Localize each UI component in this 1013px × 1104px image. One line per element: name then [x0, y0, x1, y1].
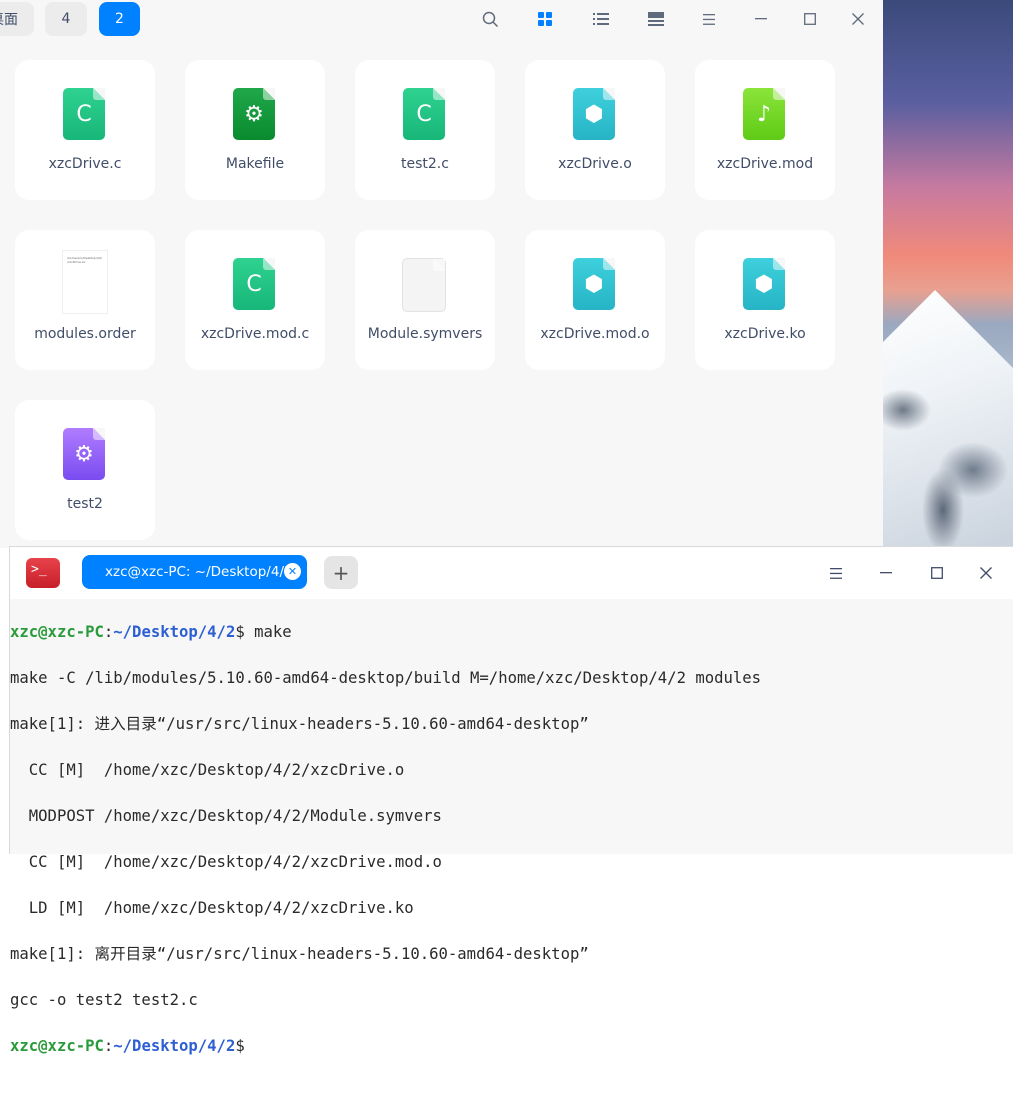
file-name: Module.symvers [367, 326, 483, 342]
terminal-line: LD [M] /home/xzc/Desktop/4/2/xzcDrive.ko [10, 899, 414, 917]
terminal-line-prompt: xzc@xzc-PC:~/Desktop/4/2$ make [10, 621, 1013, 644]
prompt-user: xzc@xzc-PC [10, 623, 104, 641]
executable-icon: ⚙ [63, 428, 105, 480]
prompt-path: ~/Desktop/4/2 [113, 623, 236, 641]
maximize-icon[interactable] [927, 563, 947, 583]
grid-view-icon[interactable] [536, 10, 554, 28]
file-name: xzcDrive.mod.c [200, 326, 310, 342]
list-view-icon[interactable] [592, 10, 610, 28]
file-name: modules.order [34, 326, 136, 342]
terminal-line: make[1]: 进入目录“/usr/src/linux-headers-5.1… [10, 715, 589, 733]
prompt-user: xzc@xzc-PC [10, 1037, 104, 1055]
file-name: test2 [67, 496, 103, 512]
breadcrumb-2[interactable]: 2 [99, 2, 140, 36]
file-name: Makefile [225, 156, 285, 172]
tab-close-icon[interactable]: ✕ [284, 563, 301, 580]
file-item-xzcdrive-o[interactable]: ⬢ xzcDrive.o [525, 60, 665, 200]
prompt-dollar: $ [235, 1037, 245, 1055]
file-name: xzcDrive.mod [716, 156, 814, 172]
prompt-separator: : [103, 623, 114, 641]
terminal-line: CC [M] /home/xzc/Desktop/4/2/xzcDrive.o [10, 761, 405, 779]
prompt-separator: : [103, 1037, 114, 1055]
file-item-xzcdrive-mod-c[interactable]: C xzcDrive.mod.c [185, 230, 325, 370]
file-name: test2.c [401, 156, 449, 172]
file-preview-text: /home/xzc/Desktop/4/2 /xzcDrive.ko [67, 256, 102, 264]
terminal-tab-title: xzc@xzc-PC: ~/Desktop/4/2 [105, 564, 293, 580]
file-item-xzcdrive-c[interactable]: C xzcDrive.c [15, 60, 155, 200]
c-source-icon: C [63, 88, 105, 140]
file-name: xzcDrive.c [48, 156, 122, 172]
terminal-line: MODPOST /home/xzc/Desktop/4/2/Module.sym… [10, 807, 442, 825]
terminal-app-icon: >_ [26, 558, 60, 588]
blank-file-icon [402, 258, 446, 312]
terminal-line: CC [M] /home/xzc/Desktop/4/2/xzcDrive.mo… [10, 853, 442, 871]
makefile-icon: ⚙ [233, 88, 275, 140]
terminal-tab[interactable]: xzc@xzc-PC: ~/Desktop/4/2 ✕ [82, 555, 307, 589]
terminal-line-prompt: xzc@xzc-PC:~/Desktop/4/2$ [10, 1035, 1013, 1058]
detail-view-icon[interactable] [647, 10, 665, 28]
file-item-xzcdrive-mod-o[interactable]: ⬢ xzcDrive.mod.o [525, 230, 665, 370]
file-item-module-symvers[interactable]: Module.symvers [355, 230, 495, 370]
new-tab-button[interactable]: + [324, 556, 358, 589]
close-icon[interactable] [976, 563, 996, 583]
terminal-titlebar: >_ xzc@xzc-PC: ~/Desktop/4/2 ✕ + [10, 547, 1013, 599]
maximize-icon[interactable] [801, 10, 819, 28]
terminal-window: >_ xzc@xzc-PC: ~/Desktop/4/2 ✕ + xzc@xzc… [9, 546, 1013, 1055]
file-name: xzcDrive.o [558, 156, 632, 172]
search-icon[interactable] [481, 10, 499, 28]
breadcrumb-label: 桌面 [0, 12, 18, 28]
menu-icon[interactable] [826, 563, 846, 583]
minimize-icon[interactable] [752, 10, 770, 28]
file-item-test2[interactable]: ⚙ test2 [15, 400, 155, 540]
object-file-icon: ⬢ [573, 258, 615, 310]
audio-file-icon: ♪ [743, 88, 785, 140]
menu-icon[interactable] [700, 10, 718, 28]
text-file-icon: /home/xzc/Desktop/4/2 /xzcDrive.ko [62, 250, 108, 314]
file-item-xzcdrive-ko[interactable]: ⬢ xzcDrive.ko [695, 230, 835, 370]
file-manager-window: 桌面 4 2 C xzcDrive.c ⚙ M [0, 0, 883, 548]
terminal-line: make -C /lib/modules/5.10.60-amd64-deskt… [10, 669, 762, 687]
terminal-line: make[1]: 离开目录“/usr/src/linux-headers-5.1… [10, 945, 589, 963]
prompt-path: ~/Desktop/4/2 [113, 1037, 236, 1055]
file-name: xzcDrive.mod.o [540, 326, 650, 342]
file-item-modules-order[interactable]: /home/xzc/Desktop/4/2 /xzcDrive.ko modul… [15, 230, 155, 370]
file-item-makefile[interactable]: ⚙ Makefile [185, 60, 325, 200]
file-name: xzcDrive.ko [724, 326, 806, 342]
breadcrumb-desktop[interactable]: 桌面 [0, 2, 34, 36]
file-item-test2-c[interactable]: C test2.c [355, 60, 495, 200]
c-source-icon: C [403, 88, 445, 140]
file-item-xzcdrive-mod[interactable]: ♪ xzcDrive.mod [695, 60, 835, 200]
object-file-icon: ⬢ [743, 258, 785, 310]
breadcrumb-4[interactable]: 4 [45, 2, 87, 36]
close-icon[interactable] [849, 10, 867, 28]
prompt-dollar: $ [235, 623, 245, 641]
command-text: make [244, 623, 292, 641]
terminal-output[interactable]: xzc@xzc-PC:~/Desktop/4/2$ make make -C /… [10, 598, 1013, 1104]
object-file-icon: ⬢ [573, 88, 615, 140]
c-source-icon: C [233, 258, 275, 310]
terminal-line: gcc -o test2 test2.c [10, 991, 198, 1009]
file-manager-toolbar: 桌面 4 2 [0, 0, 883, 40]
minimize-icon[interactable] [876, 563, 896, 583]
